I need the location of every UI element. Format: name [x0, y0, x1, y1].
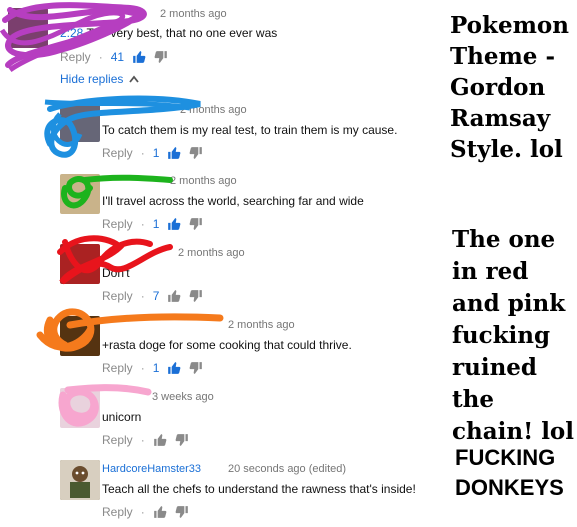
thumbs-down-icon[interactable]: [189, 289, 203, 303]
like-count: 1: [152, 217, 160, 231]
reply-button[interactable]: Reply: [60, 50, 91, 64]
separator-dot: ·: [98, 50, 103, 64]
avatar[interactable]: [60, 102, 100, 142]
reply-button[interactable]: Reply: [102, 505, 133, 519]
comment-time[interactable]: 20 seconds ago (edited): [228, 463, 346, 475]
hide-replies-button[interactable]: Hide replies: [60, 72, 140, 86]
comment-1: 2 months ago 2:28 The very best, that no…: [0, 0, 440, 73]
avatar[interactable]: [8, 8, 48, 48]
comment-body: unicorn: [102, 410, 142, 424]
thumbs-up-icon[interactable]: [153, 433, 167, 447]
caption-complaint: The one in red and pink fucking ruined t…: [452, 226, 575, 445]
comment-time[interactable]: 3 weeks ago: [152, 391, 214, 403]
separator-dot: ·: [140, 505, 145, 519]
thumbs-up-icon[interactable]: [132, 50, 146, 64]
like-count: 7: [152, 289, 160, 303]
reply-4: 2 months ago +rasta doge for some cookin…: [0, 308, 440, 382]
comment-actions: Reply · 1: [102, 361, 203, 375]
thumbs-up-icon[interactable]: [167, 361, 181, 375]
thumbs-down-icon[interactable]: [189, 217, 203, 231]
comment-time[interactable]: 2 months ago: [170, 175, 237, 187]
comment-body: The very best, that no one ever was: [86, 26, 278, 40]
comment-time[interactable]: 2 months ago: [178, 247, 245, 259]
reply-button[interactable]: Reply: [102, 433, 133, 447]
hamster-avatar-image: [60, 460, 100, 500]
comment-body: I'll travel across the world, searching …: [102, 194, 364, 208]
comment-time[interactable]: 2 months ago: [228, 319, 295, 331]
reply-button[interactable]: Reply: [102, 217, 133, 231]
comment-actions: Reply · 7: [102, 289, 203, 303]
comment-actions: Reply · 41: [60, 50, 168, 64]
like-count: 1: [152, 361, 160, 375]
reply-1: 2 months ago To catch them is my real te…: [0, 94, 440, 166]
comment-actions: Reply · 1: [102, 217, 203, 231]
separator-dot: ·: [140, 361, 145, 375]
separator-dot: ·: [140, 146, 145, 160]
hide-replies-label: Hide replies: [60, 72, 124, 86]
reply-button[interactable]: Reply: [102, 361, 133, 375]
comment-time[interactable]: 2 months ago: [160, 8, 227, 20]
thumbs-up-icon[interactable]: [153, 505, 167, 519]
comment-body: +rasta doge for some cooking that could …: [102, 338, 352, 352]
thumbs-up-icon[interactable]: [167, 217, 181, 231]
thumbs-down-icon[interactable]: [189, 361, 203, 375]
comment-time[interactable]: 2 months ago: [180, 104, 247, 116]
comment-actions: Reply ·: [102, 433, 189, 447]
reply-3: 2 months ago Don't Reply · 7: [0, 235, 440, 310]
chevron-up-icon: [129, 75, 140, 83]
comment-body: Don't: [102, 266, 130, 280]
comment-body: To catch them is my real test, to train …: [102, 123, 398, 137]
comment-text: 2:28 The very best, that no one ever was: [60, 26, 277, 40]
avatar[interactable]: [60, 316, 100, 356]
thumbs-down-icon[interactable]: [175, 505, 189, 519]
avatar[interactable]: [60, 244, 100, 284]
avatar[interactable]: [60, 174, 100, 214]
thumbs-down-icon[interactable]: [189, 146, 203, 160]
thumbs-up-icon[interactable]: [167, 146, 181, 160]
caption-title: Pokemon Theme - Gordon Ramsay Style. lol: [450, 12, 569, 163]
separator-dot: ·: [140, 289, 145, 303]
comment-actions: Reply · 1: [102, 146, 203, 160]
reply-5: 3 weeks ago unicorn Reply ·: [0, 382, 440, 454]
reply-button[interactable]: Reply: [102, 289, 133, 303]
avatar[interactable]: [60, 460, 100, 500]
comment-actions: Reply ·: [102, 505, 189, 519]
like-count: 1: [152, 146, 160, 160]
thumbs-up-icon[interactable]: [167, 289, 181, 303]
thumbs-down-icon[interactable]: [175, 433, 189, 447]
like-count: 41: [110, 50, 125, 64]
separator-dot: ·: [140, 433, 145, 447]
comment-author[interactable]: HardcoreHamster33: [102, 463, 201, 475]
separator-dot: ·: [140, 217, 145, 231]
reply-2: 2 months ago I'll travel across the worl…: [0, 166, 440, 238]
avatar[interactable]: [60, 388, 100, 428]
caption-punchline: FUCKING DONKEYS: [455, 445, 564, 500]
timestamp-link[interactable]: 2:28: [60, 26, 83, 40]
reply-6: HardcoreHamster33 20 seconds ago (edited…: [0, 454, 440, 526]
comment-body: Teach all the chefs to understand the ra…: [102, 482, 416, 496]
thumbs-down-icon[interactable]: [154, 50, 168, 64]
reply-button[interactable]: Reply: [102, 146, 133, 160]
